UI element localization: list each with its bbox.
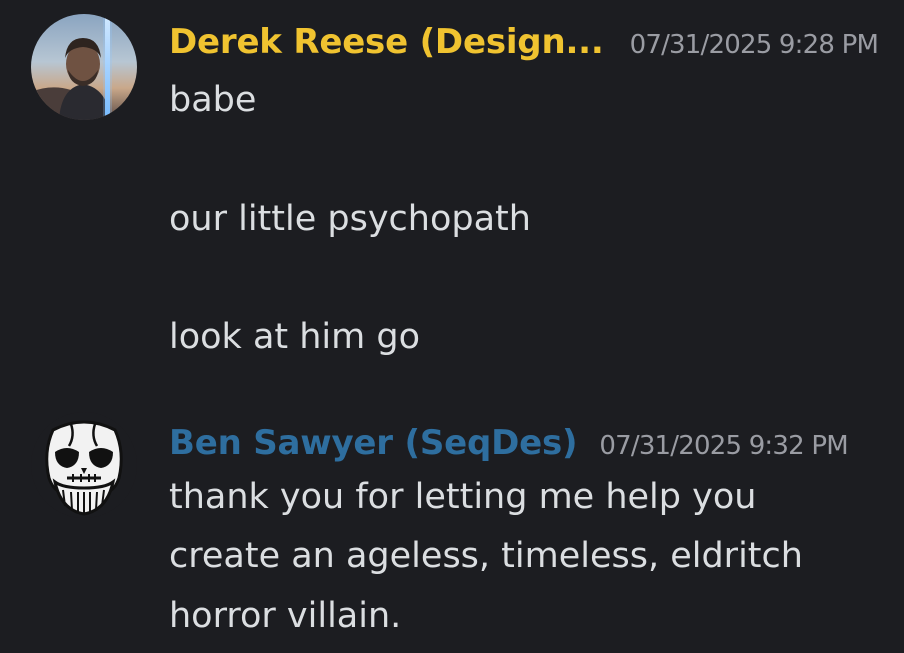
profile-photo-icon — [31, 14, 137, 120]
author-name[interactable]: Derek Reese (Design... — [169, 22, 604, 62]
message-line: thank you for letting me help you — [169, 477, 757, 517]
message-timestamp: 07/31/2025 9:32 PM — [599, 431, 848, 461]
message-line: babe — [169, 80, 257, 120]
message-line: create an ageless, timeless, eldritch — [169, 536, 803, 576]
user-avatar[interactable] — [31, 14, 137, 120]
message-line: look at him go — [169, 317, 420, 357]
author-name[interactable]: Ben Sawyer (SeqDes) — [169, 423, 578, 463]
user-avatar[interactable] — [31, 412, 137, 518]
message-header: Derek Reese (Design... 07/31/2025 9:28 P… — [169, 22, 879, 62]
skull-icon — [45, 420, 123, 516]
message-timestamp: 07/31/2025 9:28 PM — [629, 30, 879, 60]
message: Derek Reese (Design... 07/31/2025 9:28 P… — [0, 0, 904, 400]
message-line: horror villain. — [169, 596, 402, 636]
message: Ben Sawyer (SeqDes) 07/31/2025 9:32 PM t… — [0, 400, 904, 653]
message-line: our little psychopath — [169, 199, 531, 239]
message-header: Ben Sawyer (SeqDes) 07/31/2025 9:32 PM — [169, 423, 849, 463]
